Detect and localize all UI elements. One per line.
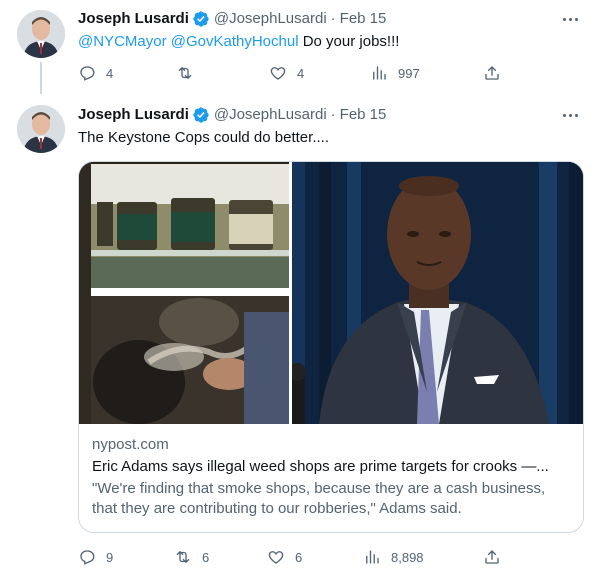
tweet-header: Joseph Lusardi @JosephLusardi · Feb 15 <box>78 9 386 29</box>
author-name[interactable]: Joseph Lusardi <box>78 9 189 29</box>
retweet-icon <box>176 551 190 563</box>
views-button[interactable]: 997 <box>370 63 420 83</box>
link-card-title[interactable]: Eric Adams says illegal weed shops are p… <box>92 457 571 477</box>
mention-link[interactable]: @GovKathyHochul <box>171 33 299 50</box>
avatar[interactable] <box>17 105 65 153</box>
tweet-text: The Keystone Cops could do better.... <box>78 129 329 146</box>
separator-dot: · <box>330 10 336 27</box>
action-bar: 4 4 997 <box>78 63 508 83</box>
link-card-domain: nypost.com <box>92 436 169 453</box>
tweet-body: Do your jobs!!! <box>302 33 400 50</box>
action-bar: 9 6 6 8,898 <box>78 547 508 567</box>
mention-link[interactable]: @NYCMayor <box>78 33 167 50</box>
reply-icon <box>80 66 95 81</box>
reply-count: 4 <box>106 65 114 81</box>
like-count: 6 <box>295 549 303 565</box>
verified-badge-icon <box>192 10 210 28</box>
author-handle[interactable]: @JosephLusardi <box>214 105 327 125</box>
like-icon <box>270 67 286 80</box>
share-icon <box>485 66 499 80</box>
link-card-meta: nypost.com Eric Adams says illegal weed … <box>92 435 571 519</box>
tweet-date[interactable]: Feb 15 <box>340 105 387 125</box>
link-card-image <box>79 162 583 424</box>
tweet-header: Joseph Lusardi @JosephLusardi · Feb 15 <box>78 105 386 125</box>
verified-badge-icon <box>192 106 210 124</box>
views-icon <box>366 550 379 564</box>
thread-connector <box>40 62 42 94</box>
link-card[interactable]: nypost.com Eric Adams says illegal weed … <box>78 161 584 533</box>
author-handle[interactable]: @JosephLusardi <box>214 9 327 29</box>
avatar[interactable] <box>17 10 65 58</box>
reply-icon <box>80 550 95 565</box>
retweet-button[interactable] <box>176 63 204 83</box>
like-icon <box>268 551 284 564</box>
views-icon <box>373 66 386 80</box>
separator-dot: · <box>330 106 336 123</box>
retweet-count: 6 <box>202 549 210 565</box>
retweet-button[interactable]: 6 <box>174 547 209 567</box>
like-button[interactable]: 4 <box>269 63 304 83</box>
tweet-date[interactable]: Feb 15 <box>340 9 387 29</box>
views-count: 997 <box>398 65 420 81</box>
share-button[interactable] <box>483 547 501 567</box>
retweet-icon <box>178 67 192 79</box>
like-count: 4 <box>297 65 305 81</box>
link-card-description: "We're finding that smoke shops, because… <box>92 480 546 517</box>
share-icon <box>485 550 499 564</box>
author-name[interactable]: Joseph Lusardi <box>78 105 189 125</box>
views-button[interactable]: 8,898 <box>363 547 424 567</box>
views-count: 8,898 <box>391 549 424 565</box>
more-icon[interactable] <box>560 9 580 29</box>
reply-button[interactable]: 4 <box>78 63 113 83</box>
tweet-1[interactable]: Joseph Lusardi @JosephLusardi · Feb 15 @… <box>0 0 596 100</box>
reply-button[interactable]: 9 <box>78 547 113 567</box>
like-button[interactable]: 6 <box>267 547 302 567</box>
share-button[interactable] <box>483 63 501 83</box>
reply-count: 9 <box>106 549 114 565</box>
more-icon[interactable] <box>560 105 580 125</box>
tweet-text: @NYCMayor @GovKathyHochul Do your jobs!!… <box>78 32 399 52</box>
